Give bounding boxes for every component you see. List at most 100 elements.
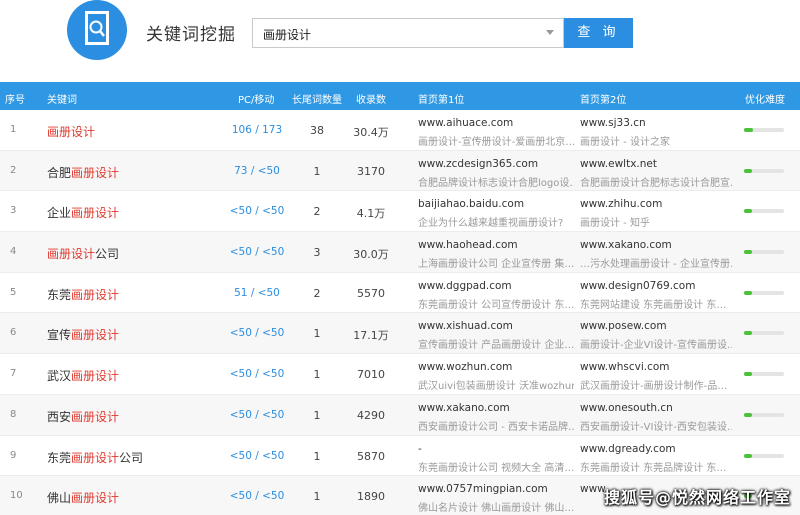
keyword-suffix: 公司 <box>119 450 144 465</box>
table-row[interactable]: 9 东莞画册设计公司 <50 / <50 1 5870 - 东莞画册设计公司 视频大全 高清… <box>0 436 800 477</box>
row-index: 5 <box>10 286 17 298</box>
keyword-link[interactable]: 画册设计公司 <box>47 245 119 262</box>
indexed-count: 17.1万 <box>353 329 389 343</box>
keyword-link[interactable]: 宣传画册设计 <box>47 326 119 343</box>
keyword-search-input[interactable]: 画册设计 <box>252 18 564 48</box>
rank2-url[interactable]: www.design0769.com <box>580 280 695 292</box>
indexed-count: 3170 <box>357 164 385 178</box>
search-button[interactable]: 查 询 <box>564 18 633 48</box>
rank1-url[interactable]: www.xishuad.com <box>418 320 513 332</box>
rank2-url[interactable]: www.zhihu.com <box>580 198 662 210</box>
difficulty-fill <box>744 412 752 417</box>
row-index: 6 <box>10 327 17 339</box>
rank2-title: 画册设计-企业VI设计-宣传画册设… <box>580 340 732 352</box>
table-row[interactable]: 8 西安画册设计 <50 / <50 1 4290 www.xakano.com 西安画册设… <box>0 394 800 436</box>
longtail-count: 1 <box>313 449 321 463</box>
indexed-count: 5870 <box>357 449 385 463</box>
rank1-url[interactable]: www.aihuace.com <box>418 117 513 129</box>
longtail-count: 3 <box>313 246 321 260</box>
rank2-url[interactable]: www.onesouth.cn <box>580 402 673 414</box>
rank2-url[interactable]: www.whscvi.com <box>580 361 670 373</box>
search-input-value: 画册设计 <box>263 28 312 42</box>
rank2-url[interactable]: www.sj33.cn <box>580 117 646 129</box>
rank2-title: 合肥画册设计合肥标志设计合肥宣… <box>580 177 732 189</box>
table-row[interactable]: 4 画册设计公司 <50 / <50 3 30.0万 www.haohead.com 上海画… <box>0 232 800 273</box>
keyword-prefix: 企业 <box>47 206 72 221</box>
rank1-url[interactable]: baijiahao.baidu.com <box>418 198 524 210</box>
keyword-highlight: 画册设计 <box>71 287 120 302</box>
chevron-down-icon[interactable] <box>546 30 554 35</box>
rank2-title: 武汉画册设计-画册设计制作-品… <box>580 381 728 393</box>
table-row[interactable]: 5 东莞画册设计 51 / <50 2 5570 www.dggpad.com 东莞画册设计… <box>0 273 800 314</box>
rank1-title: 佛山名片设计 佛山画册设计 佛山… <box>418 503 574 515</box>
rank1-title: 东莞画册设计公司 视频大全 高清… <box>418 462 574 474</box>
row-index: 2 <box>10 164 17 176</box>
pc-mobile-index: <50 / <50 <box>229 246 285 259</box>
table-header: 序号 关键词 PC/移动 长尾词数量 收录数 首页第1位 首页第2位 优化难度 <box>0 82 800 110</box>
difficulty-fill <box>744 372 752 377</box>
longtail-count: 2 <box>313 286 321 300</box>
keyword-table: 序号 关键词 PC/移动 长尾词数量 收录数 首页第1位 首页第2位 优化难度 … <box>0 82 800 515</box>
table-row[interactable]: 2 合肥画册设计 73 / <50 1 3170 www.zcdesign365.com 合… <box>0 150 800 192</box>
table-body: 1 画册设计 106 / 173 38 30.4万 www.aihuace.com 画册设计… <box>0 110 800 515</box>
keyword-link[interactable]: 企业画册设计 <box>47 204 119 221</box>
watermark: 搜狐号@悦然网络工作室 <box>604 488 792 507</box>
row-index: 1 <box>10 124 17 135</box>
keyword-highlight: 画册设计 <box>71 450 120 465</box>
keyword-prefix: 宣传 <box>47 328 72 343</box>
keyword-link[interactable]: 东莞画册设计 <box>47 286 119 303</box>
difficulty-fill <box>744 250 752 255</box>
keyword-prefix: 东莞 <box>47 287 72 302</box>
indexed-count: 1890 <box>357 490 385 504</box>
rank2-url[interactable]: www.posew.com <box>580 320 667 332</box>
indexed-count: 4.1万 <box>356 207 386 221</box>
pc-mobile-index: <50 / <50 <box>229 449 285 462</box>
page-title: 关键词挖掘 <box>146 25 236 45</box>
keyword-link[interactable]: 东莞画册设计公司 <box>47 449 143 466</box>
keyword-link[interactable]: 佛山画册设计 <box>47 489 119 506</box>
difficulty-fill <box>744 453 752 458</box>
keyword-prefix: 佛山 <box>47 491 72 506</box>
difficulty-bar <box>744 250 784 255</box>
keyword-link[interactable]: 武汉画册设计 <box>47 367 119 384</box>
rank1-url[interactable]: - <box>418 443 422 455</box>
rank1-url[interactable]: www.zcdesign365.com <box>418 158 538 170</box>
table-row[interactable]: 3 企业画册设计 <50 / <50 2 4.1万 baijiahao.baidu.com… <box>0 191 800 233</box>
keyword-link[interactable]: 西安画册设计 <box>47 408 119 425</box>
col-longtail: 长尾词数量 <box>292 95 342 106</box>
row-index: 8 <box>10 408 17 420</box>
rank1-url[interactable]: www.xakano.com <box>418 402 510 414</box>
difficulty-bar <box>744 372 784 377</box>
col-keyword: 关键词 <box>47 95 77 106</box>
keyword-link[interactable]: 画册设计 <box>47 123 95 140</box>
rank1-url[interactable]: www.0757mingpian.com <box>418 483 548 495</box>
rank2-url[interactable]: www.xakano.com <box>580 239 672 251</box>
rank1-url[interactable]: www.haohead.com <box>418 239 518 251</box>
difficulty-fill <box>744 209 752 214</box>
longtail-count: 1 <box>313 327 321 341</box>
rank2-url[interactable]: www.ewltx.net <box>580 158 657 170</box>
difficulty-fill <box>744 128 753 132</box>
difficulty-fill <box>744 290 752 295</box>
rank1-title: 西安画册设计公司 - 西安卡诺品牌… <box>418 421 574 433</box>
keyword-link[interactable]: 合肥画册设计 <box>47 164 119 181</box>
rank2-title: …污水处理画册设计 - 企业宣传册… <box>580 259 732 271</box>
difficulty-fill <box>744 168 752 173</box>
rank1-title: 合肥品牌设计标志设计合肥logo设… <box>418 177 574 189</box>
table-row[interactable]: 1 画册设计 106 / 173 38 30.4万 www.aihuace.com 画册设计… <box>0 110 800 151</box>
col-rank2: 首页第2位 <box>580 95 627 106</box>
table-row[interactable]: 7 武汉画册设计 <50 / <50 1 7010 www.wozhun.com 武汉uiv… <box>0 354 800 395</box>
rank1-url[interactable]: www.wozhun.com <box>418 361 512 373</box>
indexed-count: 5570 <box>357 286 385 300</box>
rank2-url[interactable]: www.dgready.com <box>580 443 676 455</box>
row-index: 10 <box>10 490 23 502</box>
col-index: 序号 <box>5 95 25 106</box>
rank1-title: 宣传画册设计 产品画册设计 企业… <box>418 340 574 352</box>
longtail-count: 38 <box>310 124 324 137</box>
difficulty-bar <box>744 331 784 336</box>
keyword-prefix: 东莞 <box>47 450 72 465</box>
pc-mobile-index: <50 / <50 <box>229 408 285 421</box>
indexed-count: 4290 <box>357 408 385 422</box>
rank1-url[interactable]: www.dggpad.com <box>418 280 512 292</box>
table-row[interactable]: 6 宣传画册设计 <50 / <50 1 17.1万 www.xishuad.com 宣传画… <box>0 313 800 355</box>
